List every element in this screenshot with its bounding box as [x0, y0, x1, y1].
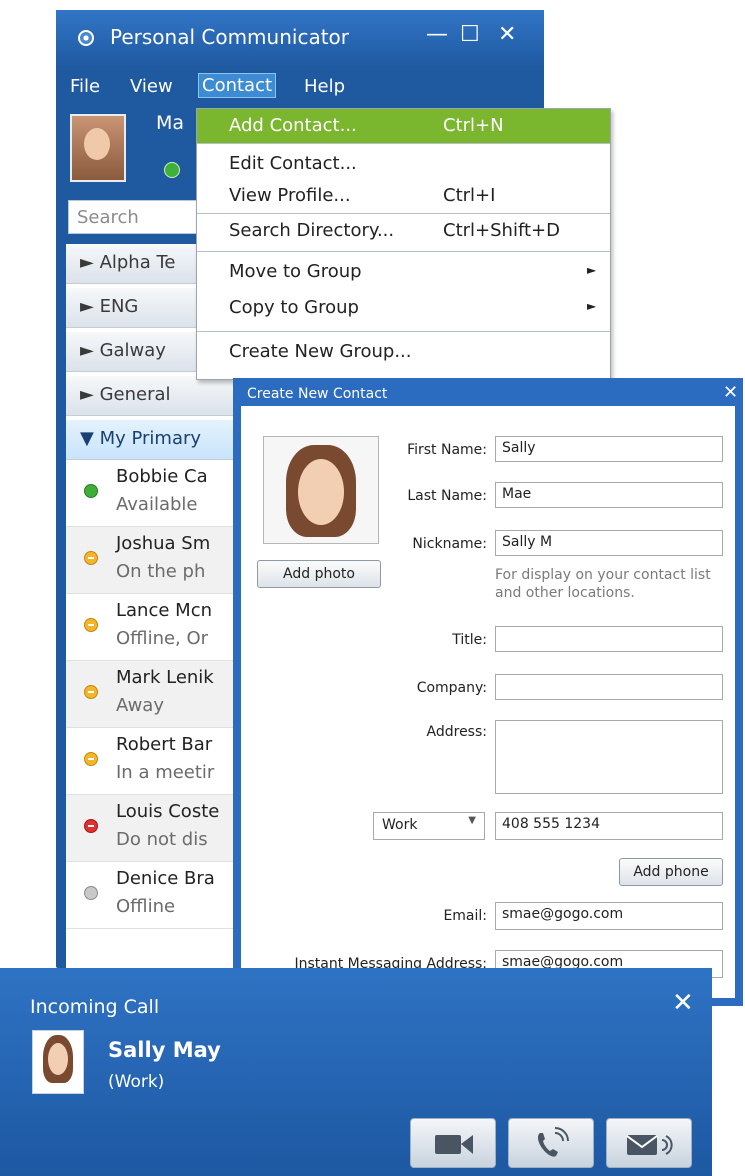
menu-item-shortcut: Ctrl+N: [443, 115, 504, 136]
send-to-voicemail-button[interactable]: [606, 1118, 692, 1168]
menu-contact[interactable]: Contact: [198, 73, 277, 98]
contact-name: Lance Mcn: [116, 600, 212, 621]
address-label: Address:: [426, 724, 487, 740]
do-not-disturb-status-icon: [84, 819, 98, 833]
menu-item-label: View Profile...: [229, 185, 351, 206]
menu-item-label: Copy to Group: [229, 297, 359, 318]
company-input[interactable]: [495, 674, 723, 700]
voicemail-envelope-icon: [626, 1135, 673, 1155]
menu-item-move-to-group[interactable]: Move to Group ►: [197, 255, 610, 289]
menu-item-shortcut: Ctrl+Shift+D: [443, 220, 560, 241]
window-title: Personal Communicator: [110, 25, 350, 49]
menu-item-add-contact[interactable]: Add Contact... Ctrl+N: [197, 109, 610, 143]
menu-item-copy-to-group[interactable]: Copy to Group ►: [197, 291, 610, 325]
menu-item-search-directory[interactable]: Search Directory... Ctrl+Shift+D: [197, 214, 610, 248]
nickname-hint: For display on your contact list and oth…: [495, 567, 711, 601]
address-input[interactable]: [495, 720, 723, 794]
menu-item-label: Move to Group: [229, 261, 362, 282]
add-photo-button[interactable]: Add photo: [257, 560, 381, 588]
chevron-down-icon: ▼: [468, 815, 476, 826]
submenu-arrow-icon: ►: [587, 263, 597, 277]
offline-status-icon: [84, 886, 98, 900]
add-phone-button[interactable]: Add phone: [619, 858, 723, 886]
user-name[interactable]: Ma: [156, 112, 184, 134]
incoming-call-toast: Incoming Call ✕ Sally May (Work): [0, 968, 712, 1176]
menu-divider: [197, 143, 610, 144]
away-status-icon: [84, 685, 98, 699]
group-label: ► Galway: [80, 340, 166, 361]
contact-status: On the ph: [116, 561, 206, 582]
video-camera-icon: [435, 1135, 473, 1154]
phone-type-select[interactable]: Work ▼: [373, 812, 485, 840]
phone-icon: [537, 1127, 569, 1157]
away-status-icon: [84, 752, 98, 766]
contact-name: Bobbie Ca: [116, 466, 208, 487]
title-input[interactable]: [495, 626, 723, 652]
first-name-input[interactable]: Sally: [495, 436, 723, 462]
nickname-input[interactable]: Sally M: [495, 530, 723, 556]
menu-item-label: Search Directory...: [229, 220, 395, 241]
menu-view[interactable]: View: [130, 76, 173, 97]
app-logo-icon: [78, 30, 94, 46]
user-avatar[interactable]: [70, 114, 126, 182]
toast-title: Incoming Call: [30, 996, 160, 1018]
caller-avatar: [32, 1030, 84, 1094]
menu-item-label: Create New Group...: [229, 341, 412, 362]
dialog-title: Create New Contact: [247, 386, 388, 402]
dialog-body: Add photo First Name: Sally Last Name: M…: [241, 406, 735, 998]
menu-item-create-new-group[interactable]: Create New Group...: [197, 335, 610, 369]
minimize-button[interactable]: —: [426, 22, 448, 47]
menu-item-label: Edit Contact...: [229, 153, 357, 174]
contact-status: Offline, Or: [116, 628, 209, 649]
last-name-label: Last Name:: [407, 488, 487, 504]
group-label: ► Alpha Te: [80, 252, 176, 273]
menu-file[interactable]: File: [70, 76, 100, 97]
company-label: Company:: [416, 680, 487, 696]
contact-name: Mark Lenik: [116, 667, 214, 688]
contact-status: Away: [116, 695, 164, 716]
contact-name: Denice Bra: [116, 868, 215, 889]
contact-status: Do not dis: [116, 829, 208, 850]
group-label: ► General: [80, 384, 171, 405]
email-input[interactable]: smae@gogo.com: [495, 902, 723, 930]
away-status-icon: [84, 551, 98, 565]
menu-item-label: Add Contact...: [229, 115, 357, 136]
phone-input[interactable]: 408 555 1234: [495, 812, 723, 840]
available-status-icon[interactable]: [164, 162, 180, 178]
caller-phone-type: (Work): [108, 1072, 165, 1092]
menu-item-edit-contact[interactable]: Edit Contact...: [197, 147, 610, 181]
last-name-input[interactable]: Mae: [495, 482, 723, 508]
close-icon[interactable]: ✕: [723, 382, 738, 403]
nickname-label: Nickname:: [412, 536, 487, 552]
menu-item-shortcut: Ctrl+I: [443, 185, 496, 206]
menu-divider: [197, 251, 610, 252]
contact-name: Louis Coste: [116, 801, 220, 822]
contact-status: Offline: [116, 896, 176, 917]
contact-status: In a meetir: [116, 762, 215, 783]
caller-name: Sally May: [108, 1038, 221, 1062]
menu-help[interactable]: Help: [304, 76, 345, 97]
close-button[interactable]: ✕: [498, 22, 516, 47]
close-icon[interactable]: ✕: [672, 988, 694, 1018]
email-label: Email:: [443, 908, 487, 924]
submenu-arrow-icon: ►: [587, 299, 597, 313]
group-label: ► ENG: [80, 296, 139, 317]
maximize-button[interactable]: ☐: [460, 22, 480, 47]
contact-name: Joshua Sm: [116, 533, 211, 554]
menu-item-view-profile[interactable]: View Profile... Ctrl+I: [197, 179, 610, 213]
first-name-label: First Name:: [407, 442, 487, 458]
group-label: ▼ My Primary: [80, 428, 202, 449]
title-label: Title:: [452, 632, 487, 648]
available-status-icon: [84, 484, 98, 498]
contact-name: Robert Bar: [116, 734, 213, 755]
contact-status: Available: [116, 494, 198, 515]
answer-video-button[interactable]: [410, 1118, 496, 1168]
answer-audio-button[interactable]: [508, 1118, 594, 1168]
phone-type-value: Work: [382, 817, 418, 833]
contact-menu-dropdown: Add Contact... Ctrl+N Edit Contact... Vi…: [196, 108, 611, 380]
away-status-icon: [84, 618, 98, 632]
menu-divider: [197, 331, 610, 332]
create-contact-dialog: Create New Contact ✕ Add photo First Nam…: [233, 378, 743, 1006]
